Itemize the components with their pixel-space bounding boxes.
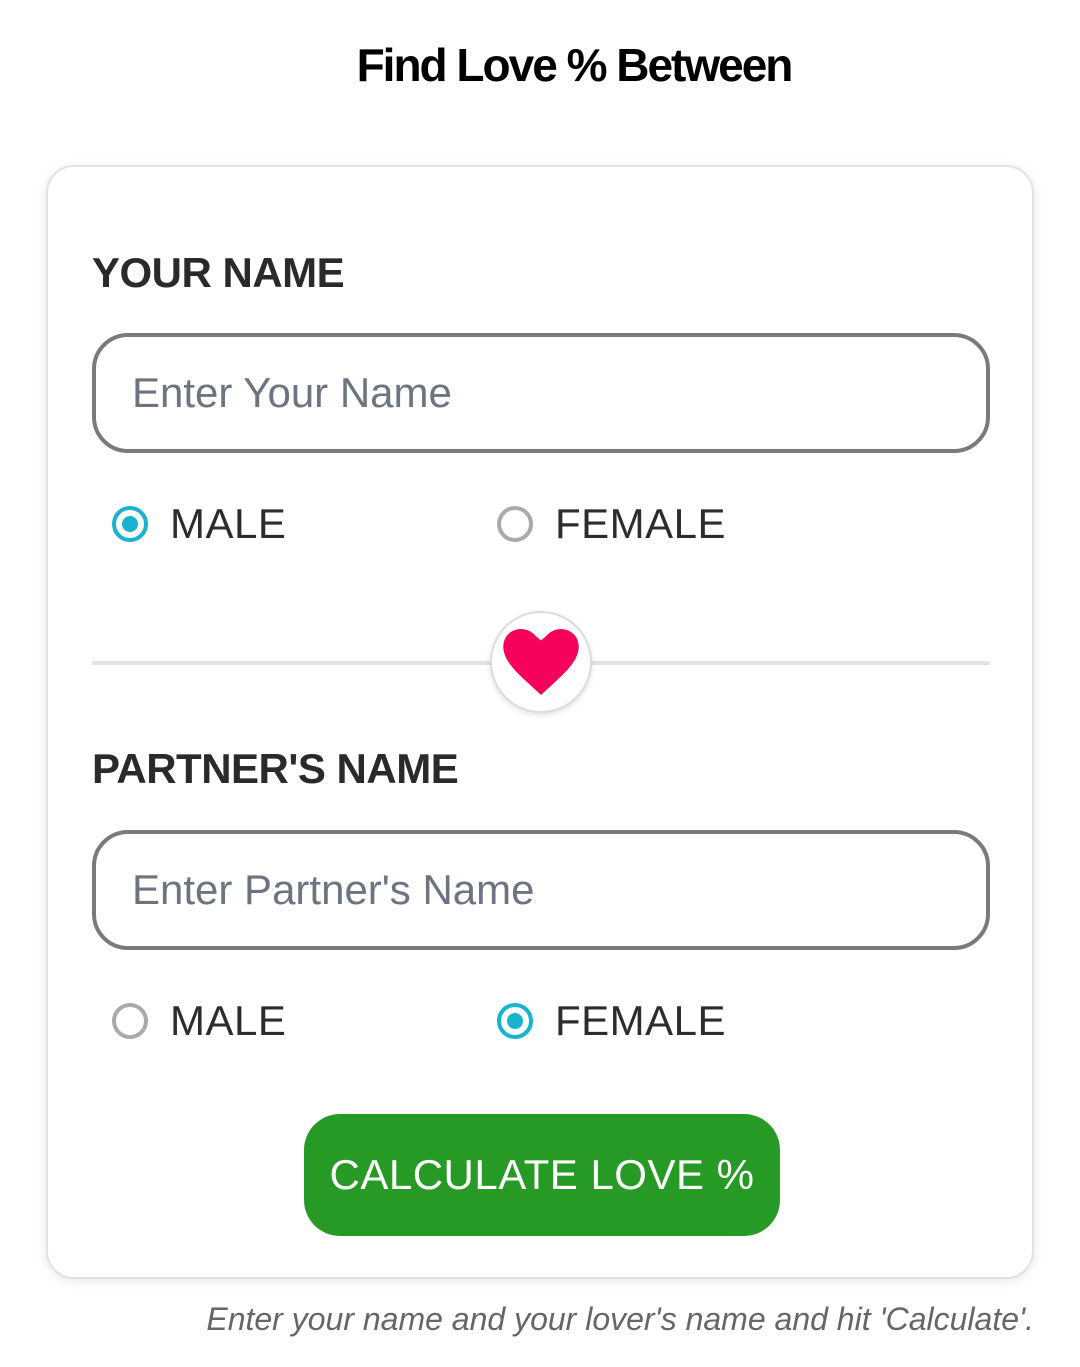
page-title: Find Love % Between: [356, 39, 794, 91]
your-name-input[interactable]: [92, 333, 990, 453]
radio-unselected-icon[interactable]: [497, 506, 533, 542]
your-gender-female-label: FEMALE: [555, 500, 727, 547]
love-form-card: YOUR NAME MALE FEMALE PARTNER'S NAME MAL…: [46, 165, 1034, 1279]
partner-gender-female-label: FEMALE: [555, 997, 727, 1044]
heart-icon: [503, 629, 579, 695]
your-gender-female-radio[interactable]: FEMALE: [497, 494, 726, 554]
partner-gender-female-radio[interactable]: FEMALE: [497, 991, 726, 1051]
radio-selected-icon[interactable]: [112, 506, 148, 542]
calculate-love-button[interactable]: CALCULATE LOVE %: [304, 1114, 780, 1236]
partner-name-input[interactable]: [92, 830, 990, 950]
partner-gender-male-radio[interactable]: MALE: [112, 991, 286, 1051]
radio-unselected-icon[interactable]: [112, 1003, 148, 1039]
your-gender-male-radio[interactable]: MALE: [112, 494, 286, 554]
instruction-hint: Enter your name and your lover's name an…: [206, 1301, 1034, 1337]
your-gender-male-label: MALE: [170, 500, 287, 547]
radio-selected-icon[interactable]: [497, 1003, 533, 1039]
partner-gender-male-label: MALE: [170, 997, 287, 1044]
your-gender-radio-group: MALE FEMALE: [112, 494, 992, 554]
partner-gender-radio-group: MALE FEMALE: [112, 991, 992, 1051]
your-name-label: YOUR NAME: [92, 249, 345, 296]
partner-name-label: PARTNER'S NAME: [92, 745, 459, 792]
love-calculator-screen: Find Love % Between YOUR NAME MALE FEMAL…: [0, 0, 1080, 1367]
heart-badge: [490, 611, 592, 713]
